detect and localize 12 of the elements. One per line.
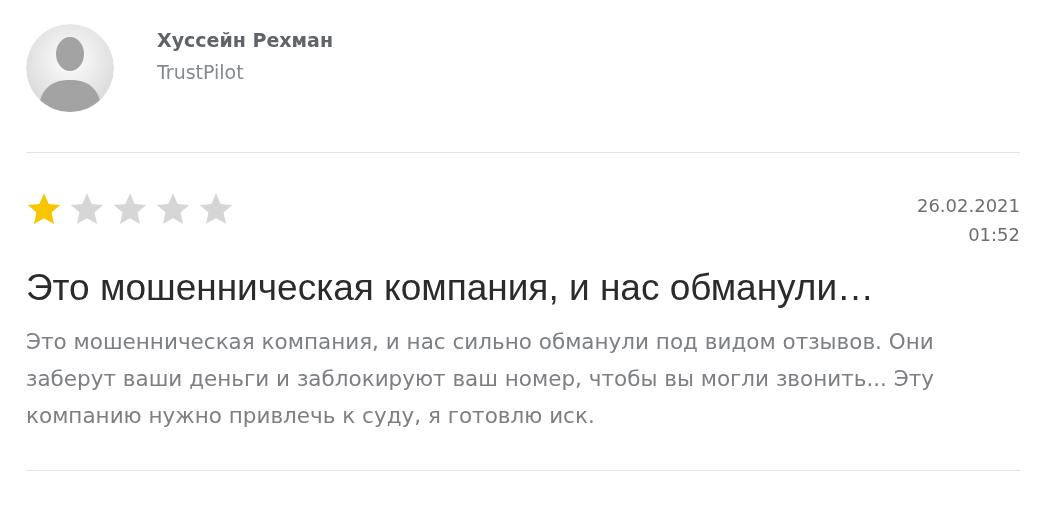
review-time: 01:52	[968, 224, 1020, 245]
star-icon	[112, 191, 148, 227]
review-text: Это мошенническая компания, и нас сильно обманули под видом отзывов. Они заберут ваши деньги и заблокируют ваш номер, чтобы вы могли звонить... Эту компанию нужно привлечь к суду, я готовлю иск.	[26, 328, 935, 430]
review-source: TrustPilot	[157, 61, 245, 83]
star-icon	[26, 191, 62, 227]
author-name: Хуссейн Рехман	[157, 29, 334, 51]
star-icon	[198, 191, 234, 227]
review-date: 26.02.2021	[916, 195, 1020, 216]
review-title: Это мошенническая компания, и нас обманули…	[26, 267, 876, 309]
star-icon	[69, 191, 105, 227]
star-icon	[155, 191, 191, 227]
avatar-icon	[26, 24, 114, 112]
